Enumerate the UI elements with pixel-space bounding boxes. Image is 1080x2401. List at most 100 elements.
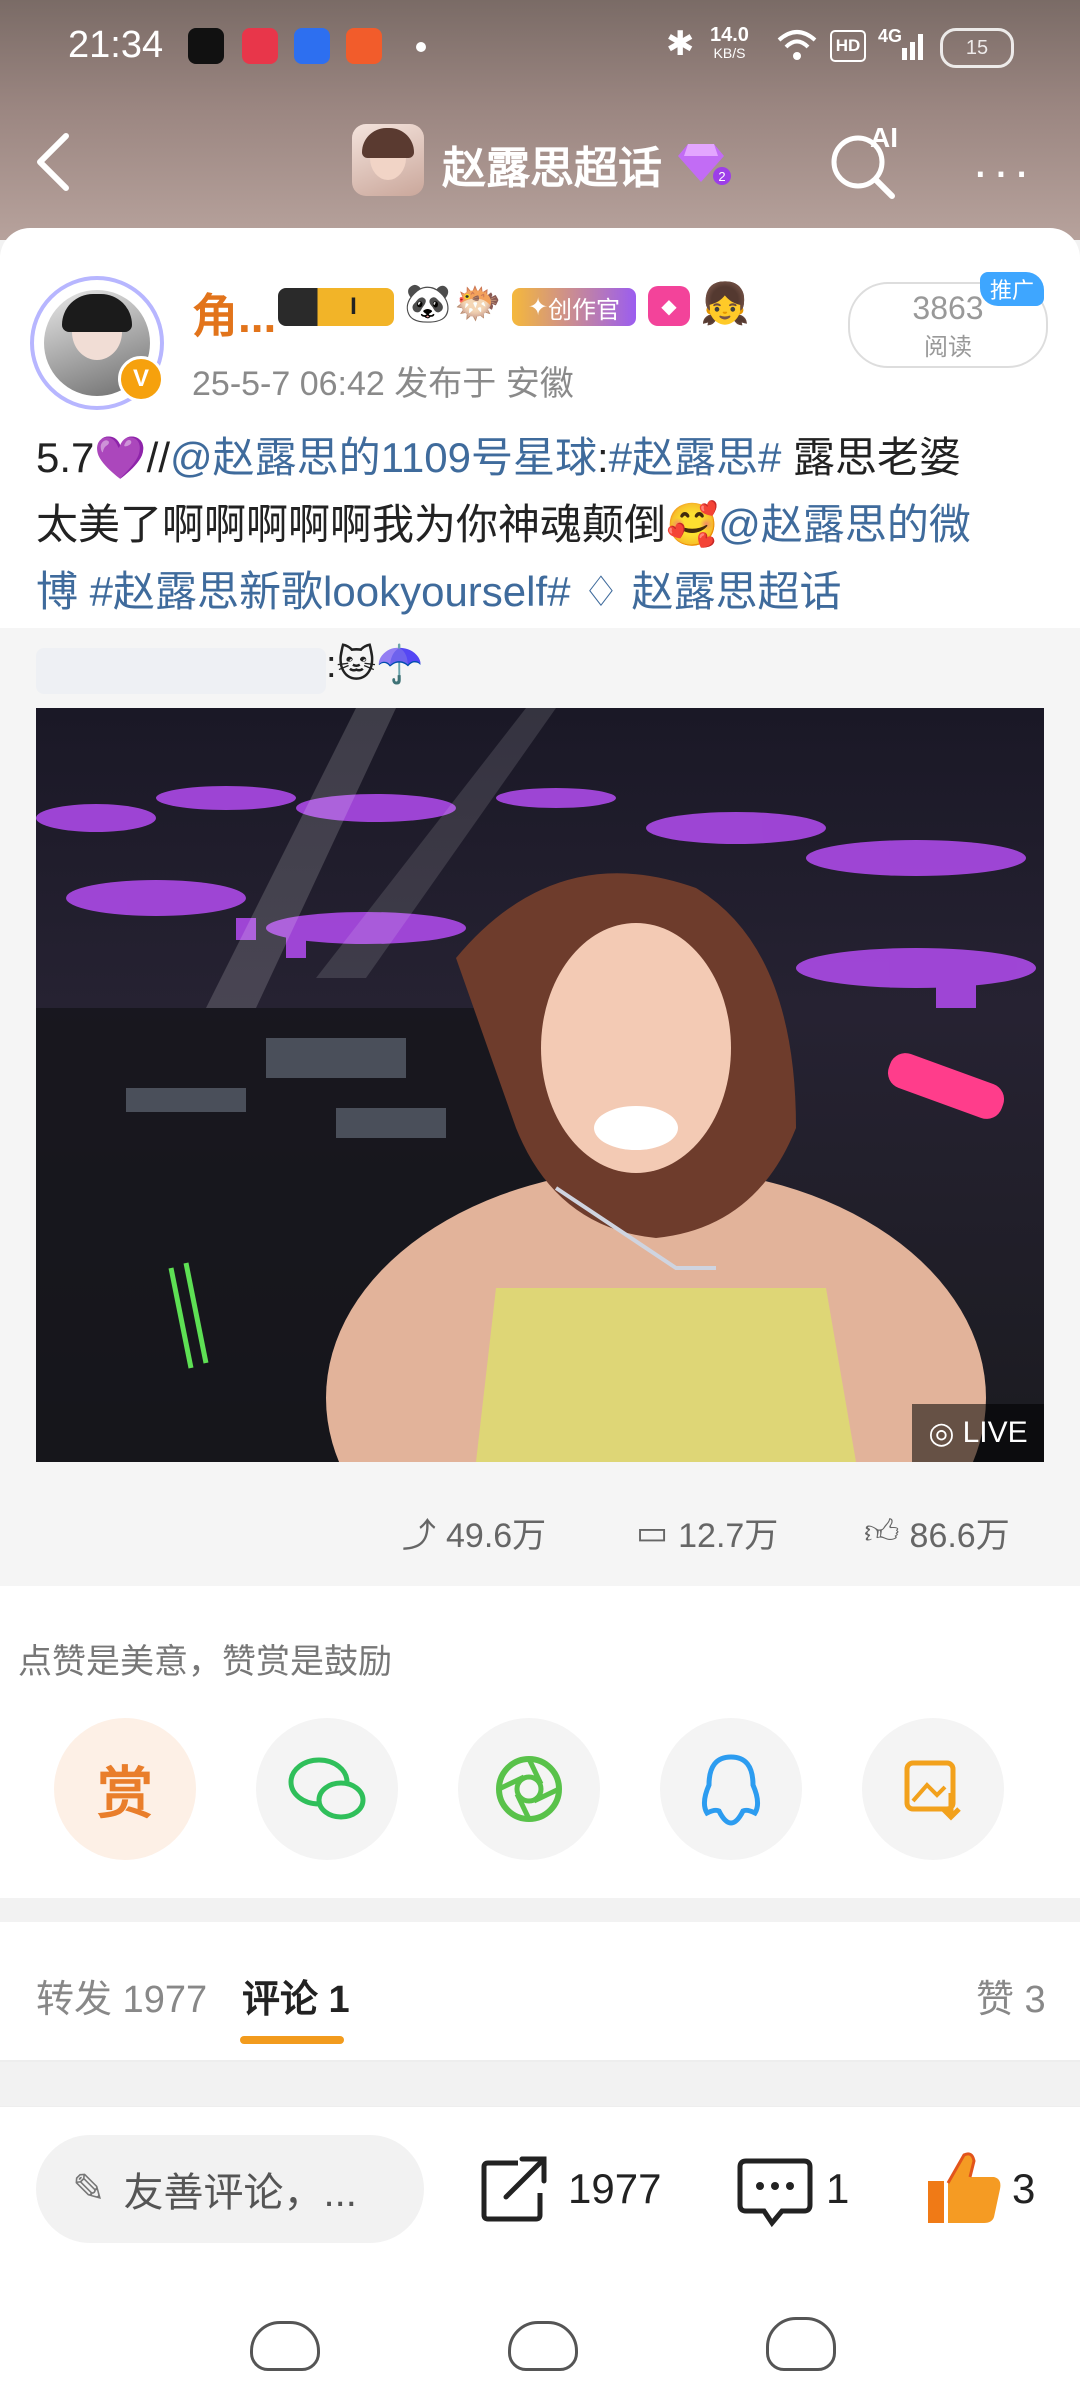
blurred-username — [36, 648, 326, 694]
topic-link[interactable]: #赵露思# — [609, 434, 782, 481]
save-image-button[interactable] — [862, 1718, 1004, 1860]
wechat-icon — [288, 1757, 366, 1820]
repost-forward-stat[interactable]: ⤴ 49.6万 — [402, 1508, 546, 1557]
hd-icon: HD — [830, 30, 866, 62]
diamond-level-badge: 2 — [678, 144, 731, 185]
baidu-icon — [294, 28, 330, 64]
panda-badge-icon: 🐼 — [404, 283, 452, 325]
forward-icon: ⤴ — [402, 1517, 436, 1555]
vip-crown-badge: ♛ I — [278, 288, 394, 326]
verified-v-icon: V — [118, 356, 164, 402]
battery-level: 15 — [965, 36, 989, 59]
net-speed-value: 14.0 — [710, 24, 749, 46]
reward-label: 赏 — [97, 1761, 153, 1825]
comment-input-placeholder: 友善评论，... — [123, 2171, 357, 2215]
bottom-comment-count[interactable]: 1 — [826, 2165, 849, 2213]
image-download-icon — [904, 1760, 961, 1821]
tiktok-icon — [188, 28, 224, 64]
like-thumb-icon[interactable] — [924, 2147, 1004, 2227]
post-date-location: 25-5-7 06:42 发布于 安徽 — [192, 365, 574, 403]
mention-link[interactable]: @赵露思的微 — [718, 501, 971, 548]
repost-comment-stat[interactable]: ▭ 12.7万 — [636, 1508, 778, 1557]
forward-icon[interactable] — [478, 2153, 554, 2225]
music-app-icon — [242, 28, 278, 64]
active-tab-indicator — [240, 2036, 344, 2044]
mascot-nav-icon[interactable] — [508, 2321, 578, 2371]
post-card: V 角... ♛ I 🐼 🐡 ✦ 创作官 ◆ 👧 25-5-7 06:42 发布于… — [0, 228, 1080, 633]
repost-like-stat[interactable]: 👍︎ 86.6万 — [864, 1508, 1010, 1557]
tab-likes[interactable]: 赞 3 — [976, 1968, 1046, 2023]
live-photo-icon: ◎ — [928, 1416, 955, 1450]
bottom-forward-count[interactable]: 1977 — [568, 2165, 661, 2213]
post-line-1: 5.7💜//@赵露思的1109号星球:#赵露思# 露思老婆 — [36, 424, 1052, 491]
bottom-action-bar: ✎ 友善评论，... 1977 1 3 — [0, 2106, 1080, 2401]
thumbs-up-icon: 👍︎ — [864, 1513, 900, 1551]
comment-input[interactable]: ✎ 友善评论，... — [36, 2135, 424, 2243]
comment-icon: ▭ — [636, 1513, 669, 1552]
post-text-segment: : — [596, 434, 609, 481]
supertopic-label: 赵露思超话 — [619, 568, 842, 615]
live-photo-badge[interactable]: ◎ LIVE — [912, 1404, 1044, 1462]
promo-tag: 推广 — [980, 272, 1044, 306]
fish-badge-icon: 🐡 — [454, 283, 502, 325]
concert-photo-art — [36, 708, 1036, 1462]
more-menu-icon[interactable]: ··· — [972, 142, 1034, 200]
tab-comments[interactable]: 评论 1 — [242, 1968, 350, 2023]
topic-link[interactable]: #赵露思新歌lookyourself# — [78, 568, 571, 615]
post-text-segment: 5.7💜// — [36, 434, 171, 481]
reward-hint: 点赞是美意，赞赏是鼓励 — [18, 1643, 392, 1681]
wechat-share-button[interactable] — [256, 1718, 398, 1860]
post-line-3: 博 #赵露思新歌lookyourself# ♢ 赵露思超话 — [36, 558, 1052, 625]
mention-link[interactable]: @赵露思的1109号星球 — [170, 434, 597, 481]
moments-share-button[interactable] — [458, 1718, 600, 1860]
page-title: 赵露思超话 — [442, 144, 662, 193]
mention-link[interactable]: 博 — [36, 568, 78, 615]
read-label: 阅读 — [924, 334, 972, 361]
ai-label: AI — [870, 122, 898, 153]
creator-badge: ✦ 创作官 — [512, 288, 636, 326]
creator-badge-label: 创作官 — [548, 296, 621, 324]
wifi-icon — [777, 30, 817, 60]
original-post-text: :🐱☂️ — [326, 644, 424, 686]
post-line-2: 太美了啊啊啊啊啊我为你神魂颠倒🥰@赵露思的微 — [36, 491, 1052, 558]
reposted-content[interactable]: :🐱☂️ ◎ LIVE ⤴ 49.6万 ▭ 12.7万 👍︎ 86.6万 — [0, 628, 1080, 1586]
header: 21:34 ✱ 14.0 KB/S HD 4G 15 赵露思超话 2 AI ··… — [0, 0, 1080, 240]
net-speed-unit: KB/S — [713, 45, 746, 61]
post-body: 5.7💜//@赵露思的1109号星球:#赵露思# 露思老婆 太美了啊啊啊啊啊我为… — [36, 424, 1052, 625]
supertopic-avatar[interactable] — [352, 124, 424, 196]
battery-icon: 15 — [940, 28, 1014, 68]
back-arrow-icon[interactable] — [32, 132, 76, 192]
mascot-nav-icon[interactable] — [766, 2317, 836, 2371]
signal-icon — [902, 34, 923, 60]
supertopic-link[interactable]: ♢ 赵露思超话 — [571, 568, 842, 615]
live-label: LIVE — [962, 1416, 1028, 1449]
qq-share-button[interactable] — [660, 1718, 802, 1860]
more-notifications-icon — [416, 42, 426, 52]
interaction-tabs: 转发 1977 评论 1 赞 3 — [0, 1922, 1080, 2062]
share-section: 点赞是美意，赞赏是鼓励 赏 — [0, 1586, 1080, 1898]
girl-badge-icon: 👧 — [700, 282, 750, 326]
diamond-fan-badge: ◆ — [648, 286, 690, 326]
tabs-divider — [0, 2060, 1080, 2062]
comment-preview-strip — [36, 2086, 1044, 2108]
bottom-like-count[interactable]: 3 — [1012, 2165, 1035, 2213]
net-speed: 14.0 KB/S — [710, 24, 749, 62]
moments-aperture-icon — [496, 1756, 562, 1822]
comment-count: 12.7万 — [678, 1517, 779, 1555]
bluetooth-icon: ✱ — [666, 25, 695, 63]
svg-text:2: 2 — [718, 169, 725, 184]
post-text-segment: 太美了啊啊啊啊啊我为你神魂颠倒🥰 — [36, 501, 719, 548]
shopping-app-icon — [346, 28, 382, 64]
forward-count: 49.6万 — [446, 1517, 547, 1555]
like-count: 86.6万 — [909, 1517, 1010, 1555]
pencil-icon: ✎ — [72, 2167, 106, 2211]
status-time: 21:34 — [68, 24, 164, 66]
mascot-nav-icon[interactable] — [250, 2321, 320, 2371]
reward-button[interactable]: 赏 — [54, 1718, 196, 1860]
post-photo[interactable]: ◎ LIVE — [36, 708, 1044, 1462]
post-text-segment: 露思老婆 — [781, 434, 962, 481]
tab-forwards[interactable]: 转发 1977 — [36, 1968, 207, 2023]
comment-bubble-icon[interactable] — [736, 2155, 814, 2229]
user-name[interactable]: 角... — [192, 280, 276, 346]
qq-penguin-icon — [701, 1754, 761, 1826]
